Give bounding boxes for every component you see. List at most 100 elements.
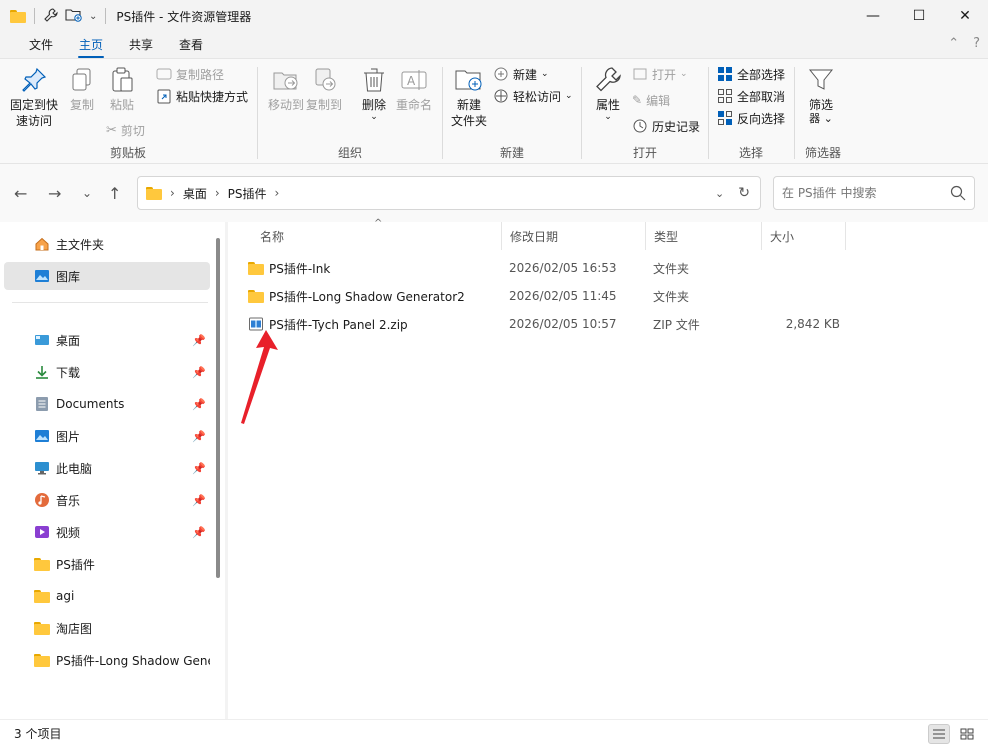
paste-shortcut-button[interactable]: 粘贴快捷方式 [156, 85, 248, 107]
ribbon-tabs: 文件 主页 共享 查看 ⌃ ? [0, 32, 988, 58]
sidebar-item-documents[interactable]: Documents 📌 [4, 390, 210, 418]
invert-selection-button[interactable]: 反向选择 [717, 107, 785, 129]
select-none-button[interactable]: 全部取消 [717, 85, 785, 107]
sidebar-item-videos[interactable]: 视频 📌 [4, 518, 210, 546]
sidebar-item-gallery[interactable]: 图库 [4, 262, 210, 290]
file-name: PS插件-Ink [269, 261, 331, 276]
new-item-button[interactable]: 新建 ⌄ [493, 63, 549, 85]
properties-icon[interactable] [43, 7, 59, 26]
new-folder-icon[interactable] [65, 7, 83, 26]
pencil-icon: ✎ [632, 93, 643, 107]
pin-icon [22, 67, 47, 92]
new-folder-icon [455, 70, 482, 91]
copy-to-button[interactable]: 复制到 [298, 65, 350, 113]
search-icon [950, 185, 966, 201]
help-icon[interactable]: ? [973, 36, 980, 51]
computer-icon [35, 462, 49, 475]
pin-icon[interactable]: 📌 [192, 494, 206, 507]
up-arrow-icon[interactable]: ↑ [108, 184, 121, 203]
open-button[interactable]: 打开 ⌄ [632, 63, 688, 85]
collapse-ribbon-icon[interactable]: ⌃ [948, 36, 959, 51]
wrench-icon [596, 67, 621, 92]
folder-icon [34, 557, 50, 571]
recent-chevron-icon[interactable]: ⌄ [82, 186, 92, 200]
refresh-icon[interactable]: ↻ [732, 185, 760, 201]
chevron-down-icon: ⌄ [565, 91, 573, 101]
ribbon: 固定到快 速访问 复制 粘贴 复制路径 粘贴快捷方式 ✂ 剪切 剪贴板 移动到 [0, 58, 988, 164]
sidebar-item-long-shadow[interactable]: PS插件-Long Shadow Gene [4, 646, 210, 674]
history-button[interactable]: 历史记录 [632, 115, 700, 137]
group-new: 新建 文件夹 新建 ⌄ 轻松访问 ⌄ 新建 [443, 59, 581, 165]
cut-button[interactable]: ✂ 剪切 [106, 119, 145, 141]
minimize-button[interactable]: — [850, 0, 896, 32]
sidebar-item-downloads[interactable]: 下载 📌 [4, 358, 210, 386]
address-bar[interactable]: › 桌面 › PS插件 › ⌄ ↻ [137, 176, 761, 210]
easy-access-icon [494, 89, 508, 103]
back-arrow-icon[interactable]: ← [14, 184, 27, 203]
group-label-organize: 组织 [337, 146, 362, 160]
pin-quick-access-button[interactable]: 固定到快 速访问 [6, 65, 62, 129]
file-type: ZIP 文件 [653, 317, 700, 332]
edit-button[interactable]: ✎ 编辑 [632, 89, 670, 111]
close-button[interactable]: ✕ [942, 0, 988, 32]
column-header-type[interactable]: 类型 [646, 222, 762, 250]
pin-icon[interactable]: 📌 [192, 526, 206, 539]
sidebar-item-this-pc[interactable]: 此电脑 📌 [4, 454, 210, 482]
music-icon [35, 493, 49, 507]
chevron-down-icon[interactable]: ⌄ [89, 11, 97, 22]
folder-icon [34, 621, 50, 635]
address-history-chevron-icon[interactable]: ⌄ [715, 187, 724, 200]
file-type: 文件夹 [653, 261, 690, 276]
select-all-button[interactable]: 全部选择 [717, 63, 785, 85]
sidebar-scrollbar[interactable] [216, 238, 220, 578]
pin-icon[interactable]: 📌 [192, 366, 206, 379]
sidebar-item-home[interactable]: 主文件夹 [4, 230, 210, 258]
column-header-date[interactable]: 修改日期 [502, 222, 646, 250]
sidebar-item-ps-plugins[interactable]: PS插件 [4, 550, 210, 578]
search-input[interactable] [782, 186, 950, 200]
sidebar-item-taodiantu[interactable]: 淘店图 [4, 614, 210, 642]
sidebar-item-pictures[interactable]: 图片 📌 [4, 422, 210, 450]
file-date: 2026/02/05 16:53 [509, 261, 617, 275]
breadcrumb-ps-plugins[interactable]: PS插件 [228, 185, 267, 202]
new-folder-button[interactable]: 新建 文件夹 [443, 65, 495, 129]
tab-view[interactable]: 查看 [166, 36, 216, 58]
download-icon [36, 366, 48, 379]
column-header-name[interactable]: 名称 [252, 222, 502, 250]
tab-file[interactable]: 文件 [16, 36, 66, 58]
pin-icon[interactable]: 📌 [192, 430, 206, 443]
folder-icon [10, 9, 26, 23]
filter-icon [808, 69, 834, 90]
pin-icon[interactable]: 📌 [192, 398, 206, 411]
sidebar-item-agi[interactable]: agi [4, 582, 210, 610]
forward-arrow-icon[interactable]: → [48, 184, 61, 203]
breadcrumb-desktop[interactable]: 桌面 [183, 185, 207, 202]
tab-home[interactable]: 主页 [66, 36, 116, 58]
column-header-size[interactable]: 大小 [762, 222, 846, 250]
select-none-icon [718, 89, 732, 103]
open-icon [633, 68, 647, 80]
paste-button[interactable]: 粘贴 [96, 65, 148, 113]
copy-path-button[interactable]: 复制路径 [156, 63, 224, 85]
easy-access-button[interactable]: 轻松访问 ⌄ [493, 85, 573, 107]
chevron-right-icon: › [274, 186, 280, 200]
rename-button[interactable]: A 重命名 [388, 65, 440, 113]
chevron-right-icon: › [214, 186, 220, 200]
filter-button[interactable]: 筛选 器 ⌄ [795, 65, 847, 125]
search-box[interactable] [773, 176, 975, 210]
sidebar-item-desktop[interactable]: 桌面 📌 [4, 326, 210, 354]
file-type: 文件夹 [653, 289, 690, 304]
properties-button[interactable]: 属性 ⌄ [582, 65, 634, 122]
maximize-button[interactable]: ☐ [896, 0, 942, 32]
group-select: 全部选择 全部取消 反向选择 选择 [709, 59, 793, 165]
group-filter: 筛选 器 ⌄ 筛选器 [795, 59, 851, 165]
tab-share[interactable]: 共享 [116, 36, 166, 58]
tiles-view-button[interactable] [956, 724, 978, 744]
item-count: 3 个项目 [14, 727, 62, 741]
sidebar-item-music[interactable]: 音乐 📌 [4, 486, 210, 514]
copy-path-icon [156, 68, 172, 80]
pin-icon[interactable]: 📌 [192, 462, 206, 475]
details-view-button[interactable] [928, 724, 950, 744]
pin-icon[interactable]: 📌 [192, 334, 206, 347]
chevron-right-icon: › [170, 186, 175, 200]
